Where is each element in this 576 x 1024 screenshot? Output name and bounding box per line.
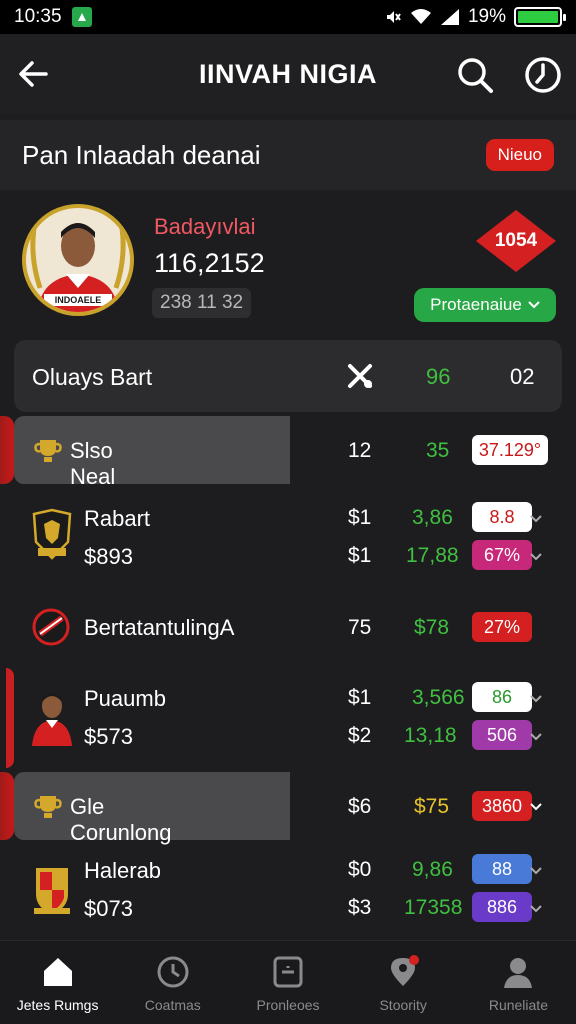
section-title: Pan Inlaadah deanai xyxy=(22,139,261,170)
status-right: 19% xyxy=(384,6,566,28)
profile-card: INDOAELE Badayıvlai 116,2152 238 11 32 1… xyxy=(0,192,576,332)
row-badge: 27% xyxy=(472,612,532,642)
row-badge: 88 xyxy=(472,854,532,884)
row-badge: 3860 xyxy=(472,791,532,821)
nav-label: Runeliate xyxy=(488,997,548,1013)
row-col-b: 3,86 xyxy=(412,506,453,529)
clock-icon xyxy=(157,956,189,988)
chevron-down-icon[interactable] xyxy=(528,900,544,916)
row-col-a: $1 xyxy=(348,506,372,529)
trophy-icon xyxy=(34,796,62,818)
chevron-down-icon xyxy=(528,301,540,309)
nav-item-home[interactable]: Jetes Rumgs xyxy=(0,941,115,1024)
new-badge[interactable]: Nieuo xyxy=(485,139,554,171)
row-col-a: $0 xyxy=(348,858,372,881)
crossed-swords-icon[interactable] xyxy=(346,362,374,390)
table-header-col2[interactable]: 96 xyxy=(426,364,450,390)
table-header-label: Oluays Bart xyxy=(32,364,153,390)
row-col-a-secondary: $3 xyxy=(348,896,372,919)
club-crest-icon xyxy=(32,508,72,560)
table-header: Oluays Bart 96 02 xyxy=(14,340,562,412)
jersey-text: INDOAELE xyxy=(55,295,102,305)
club-badge-icon xyxy=(32,608,70,646)
row-label-secondary: $573 xyxy=(84,724,133,749)
person-icon xyxy=(504,958,533,988)
row-col-b: $75 xyxy=(414,795,450,818)
player-score: 116,2152 xyxy=(154,248,265,278)
nav-label: Stoority xyxy=(379,997,427,1013)
app-title: IINVAH NIGIA xyxy=(198,58,377,89)
location-pin-icon xyxy=(391,955,420,986)
search-icon[interactable] xyxy=(454,54,496,96)
rank-value: 1054 xyxy=(494,230,538,251)
nav-label: Coatmas xyxy=(144,997,201,1013)
nav-item-security[interactable]: Stoority xyxy=(346,941,461,1024)
row-label-secondary: $893 xyxy=(84,544,133,569)
chevron-down-icon[interactable] xyxy=(528,798,544,814)
row-col-b-secondary: 17,88 xyxy=(406,544,459,567)
wifi-icon xyxy=(410,9,431,24)
row-label: Puaumb xyxy=(84,686,166,711)
chevron-down-icon[interactable] xyxy=(528,728,544,744)
avatar[interactable]: INDOAELE xyxy=(22,204,134,316)
player-avatar-icon xyxy=(32,693,72,746)
row-col-a: 75 xyxy=(348,616,372,639)
row-col-a-secondary: $2 xyxy=(348,724,372,747)
chevron-down-icon[interactable] xyxy=(528,510,544,526)
row-label: Gle Corunlong xyxy=(70,794,172,845)
player-portrait-icon: INDOAELE xyxy=(30,223,126,312)
status-bar: 10:35 19% xyxy=(0,0,576,34)
signal-icon xyxy=(440,9,459,25)
chevron-down-icon[interactable] xyxy=(528,862,544,878)
section-header: Pan Inlaadah deanai Nieuo xyxy=(0,120,576,190)
row-label: Halerab xyxy=(84,858,162,883)
card-icon xyxy=(273,956,303,988)
row-badge-secondary: 67% xyxy=(472,540,532,570)
nav-label: Pronleoes xyxy=(256,997,320,1013)
nav-item-account[interactable]: Runeliate xyxy=(461,941,576,1024)
player-sub-stat: 238 11 32 xyxy=(152,288,252,318)
row-col-a-secondary: $1 xyxy=(348,544,372,567)
row-col-b: 35 xyxy=(426,439,450,462)
player-name: Badayıvlai xyxy=(154,214,256,239)
row-label: Slso Neal xyxy=(70,438,116,489)
row-badge-secondary: 506 xyxy=(472,720,532,750)
performance-label: Protaenaiue xyxy=(430,295,522,314)
nav-label: Jetes Rumgs xyxy=(16,997,99,1013)
app-notification-icon xyxy=(71,7,92,27)
nav-item-schedule[interactable]: Coatmas xyxy=(115,941,230,1024)
bottom-nav: Jetes Rumgs Coatmas Pronleoes Stoority R… xyxy=(0,940,576,1024)
home-icon xyxy=(43,958,72,986)
table-header-col3[interactable]: 02 xyxy=(510,364,534,390)
row-col-a: 12 xyxy=(348,439,372,462)
row-col-b: $78 xyxy=(414,616,450,639)
row-col-b: 9,86 xyxy=(412,858,453,881)
row-badge: 86 xyxy=(472,682,532,712)
trophy-icon xyxy=(34,440,62,462)
row-label: Rabart xyxy=(84,506,151,531)
row-badge: 8.8 xyxy=(472,502,532,532)
battery-percent: 19% xyxy=(467,6,506,27)
row-badge-secondary: 886 xyxy=(472,892,532,922)
row-badge: 37.129° xyxy=(472,435,548,465)
history-icon[interactable] xyxy=(522,54,564,96)
status-time: 10:35 xyxy=(14,6,62,27)
nav-item-profiles[interactable]: Pronleoes xyxy=(230,941,345,1024)
row-label: BertatantulingA xyxy=(84,615,235,640)
chevron-down-icon[interactable] xyxy=(528,548,544,564)
battery-icon xyxy=(514,7,566,27)
back-arrow-icon[interactable] xyxy=(14,54,54,94)
performance-button[interactable]: Protaenaiue xyxy=(414,288,556,322)
row-col-b-secondary: 13,18 xyxy=(404,724,457,747)
row-col-a: $1 xyxy=(348,686,372,709)
mute-icon xyxy=(386,11,401,23)
club-crest-icon xyxy=(34,868,70,914)
row-label-secondary: $073 xyxy=(84,896,133,921)
row-col-b: 3,566 xyxy=(412,686,465,709)
row-col-a: $6 xyxy=(348,795,372,818)
chevron-down-icon[interactable] xyxy=(528,690,544,706)
app-bar: IINVAH NIGIA xyxy=(0,34,576,114)
row-col-b-secondary: 17358 xyxy=(404,896,463,919)
